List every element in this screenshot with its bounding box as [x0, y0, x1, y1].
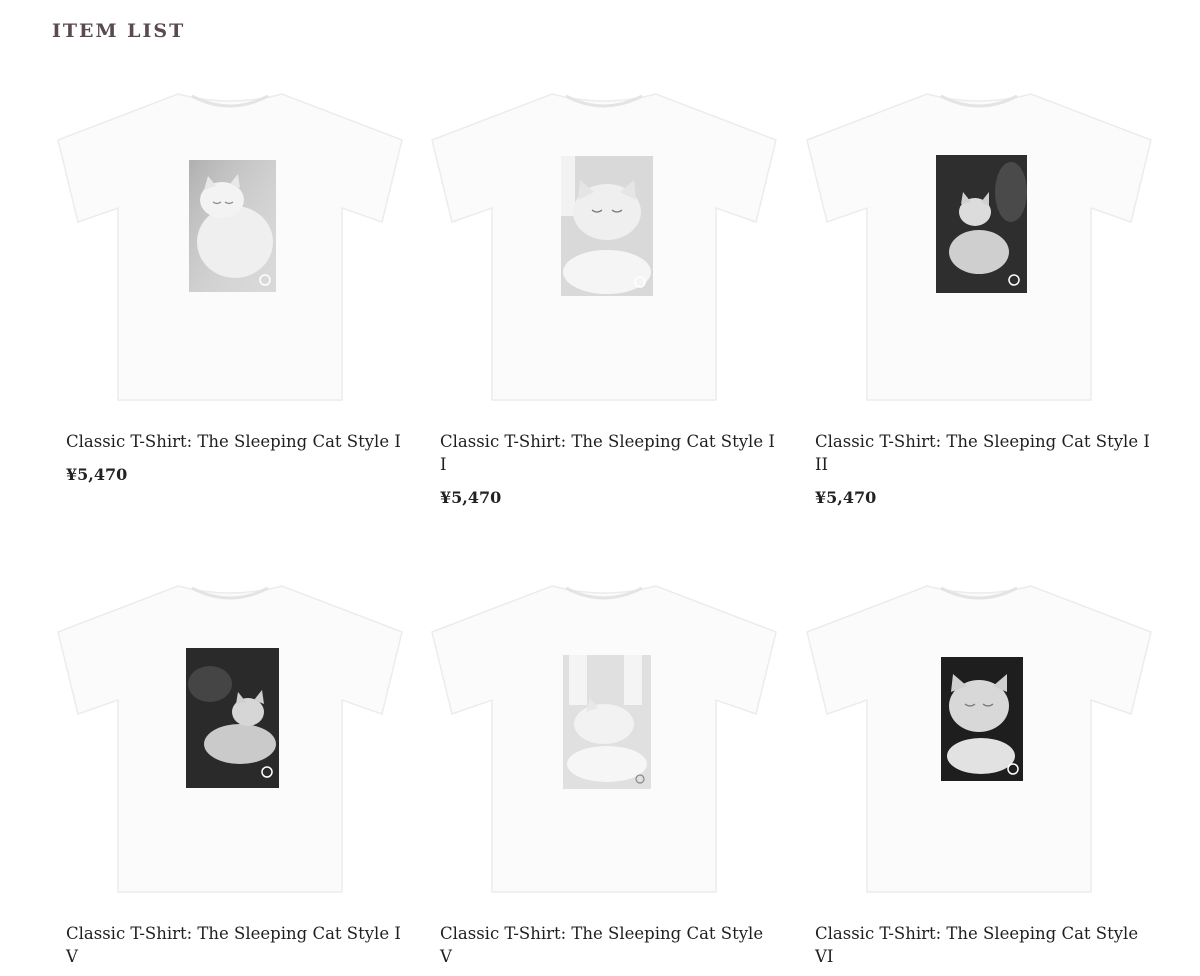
product-name[interactable]: Classic T-Shirt: The Sleeping Cat Style … — [815, 430, 1155, 476]
product-image[interactable] — [799, 82, 1159, 412]
cat-print-image — [936, 155, 1027, 293]
product-price: ¥5,470 — [66, 465, 128, 484]
product-price: ¥5,470 — [815, 488, 877, 507]
product-card[interactable]: Classic T-Shirt: The Sleeping Cat Style … — [424, 574, 784, 976]
cat-print-image — [189, 160, 276, 292]
cat-print-image — [941, 657, 1023, 781]
product-card[interactable]: Classic T-Shirt: The Sleeping Cat Style … — [424, 82, 784, 522]
product-name[interactable]: Classic T-Shirt: The Sleeping Cat Style … — [66, 430, 406, 453]
product-card[interactable]: Classic T-Shirt: The Sleeping Cat Style … — [799, 82, 1159, 522]
product-name[interactable]: Classic T-Shirt: The Sleeping Cat Style … — [440, 922, 780, 968]
product-name[interactable]: Classic T-Shirt: The Sleeping Cat Style … — [815, 922, 1155, 968]
product-image[interactable] — [50, 574, 410, 904]
cat-print-image — [186, 648, 279, 788]
cat-print-image — [561, 156, 653, 296]
cat-print-image — [563, 655, 651, 789]
item-list-page: ITEM LIST Classic T-Shirt: The Sleeping … — [0, 0, 1200, 976]
product-image[interactable] — [799, 574, 1159, 904]
product-card[interactable]: Classic T-Shirt: The Sleeping Cat Style … — [50, 574, 410, 976]
product-image[interactable] — [424, 574, 784, 904]
item-grid: Classic T-Shirt: The Sleeping Cat Style … — [0, 0, 1200, 976]
product-card[interactable]: Classic T-Shirt: The Sleeping Cat Style … — [799, 574, 1159, 976]
product-image[interactable] — [424, 82, 784, 412]
product-image[interactable] — [50, 82, 410, 412]
product-card[interactable]: Classic T-Shirt: The Sleeping Cat Style … — [50, 82, 410, 502]
product-price: ¥5,470 — [440, 488, 502, 507]
product-name[interactable]: Classic T-Shirt: The Sleeping Cat Style … — [66, 922, 406, 968]
product-name[interactable]: Classic T-Shirt: The Sleeping Cat Style … — [440, 430, 780, 476]
